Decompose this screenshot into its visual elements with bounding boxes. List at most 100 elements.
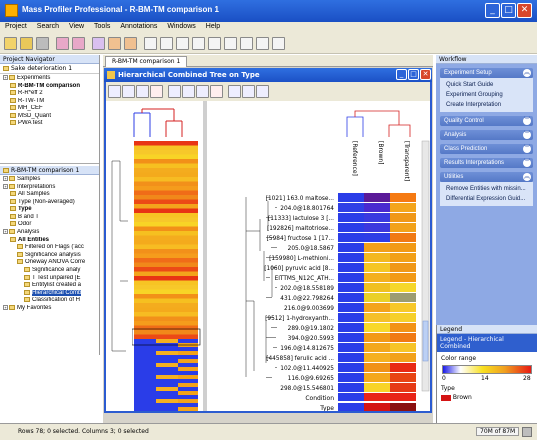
expand-toggle-icon[interactable]: + bbox=[3, 75, 8, 80]
tool-icon[interactable] bbox=[108, 37, 121, 50]
project-tree-item[interactable]: R-R*eff 2 bbox=[3, 90, 99, 98]
export-image-icon[interactable] bbox=[242, 85, 255, 98]
project-tree-item[interactable]: PWA test bbox=[3, 120, 99, 128]
expand-toggle-icon[interactable]: + bbox=[3, 176, 8, 181]
workflow-link[interactable]: Create Interpretation bbox=[446, 100, 533, 110]
tab-experiment[interactable]: R-BM-TM comparison 1 bbox=[105, 56, 188, 67]
folder-icon bbox=[10, 198, 16, 204]
open-project-icon[interactable] bbox=[20, 37, 33, 50]
chevron-icon[interactable]: ︽ bbox=[523, 173, 531, 181]
workflow-section[interactable]: Analysis ︾ bbox=[440, 130, 533, 140]
menu-annotations[interactable]: Annotations bbox=[115, 22, 162, 30]
line-plot-icon[interactable] bbox=[144, 37, 157, 50]
project-tree-item[interactable]: MSD_Quant bbox=[3, 112, 99, 121]
fit-icon[interactable] bbox=[196, 85, 209, 98]
menu-windows[interactable]: Windows bbox=[162, 22, 200, 30]
venn-icon[interactable] bbox=[208, 37, 221, 50]
import-icon[interactable] bbox=[56, 37, 69, 50]
experiment-tree-item[interactable]: Significance analysis bbox=[3, 251, 99, 260]
experiment-tree-item[interactable]: + Samples bbox=[3, 176, 99, 184]
script-icon[interactable] bbox=[124, 37, 137, 50]
edit-icon[interactable] bbox=[92, 37, 105, 50]
workflow-link[interactable]: Remove Entities with missin... bbox=[446, 184, 533, 194]
menu-search[interactable]: Search bbox=[32, 22, 64, 30]
trash-icon[interactable] bbox=[522, 427, 532, 437]
maximize-button[interactable]: □ bbox=[501, 3, 516, 18]
inner-maximize-button[interactable]: □ bbox=[408, 69, 419, 80]
menu-view[interactable]: View bbox=[64, 22, 89, 30]
experiment-tree-item[interactable]: Type bbox=[3, 206, 99, 214]
workflow-link[interactable]: Experiment Grouping bbox=[446, 90, 533, 100]
workflow-section[interactable]: Class Prediction ︾ bbox=[440, 144, 533, 154]
zoom-icon[interactable] bbox=[136, 85, 149, 98]
experiment-selector[interactable]: Sake deterioration 1 bbox=[0, 64, 99, 74]
experiment-tree-item[interactable]: All Entities bbox=[3, 236, 99, 245]
histogram-icon[interactable] bbox=[176, 37, 189, 50]
new-project-icon[interactable] bbox=[4, 37, 17, 50]
spreadsheet-icon[interactable] bbox=[240, 37, 253, 50]
expand-icon[interactable] bbox=[168, 85, 181, 98]
help-icon[interactable] bbox=[272, 37, 285, 50]
project-tree-item[interactable]: R-BM-TM comparison bbox=[3, 82, 99, 91]
export-icon[interactable] bbox=[72, 37, 85, 50]
folder-icon bbox=[10, 191, 16, 197]
expand-toggle-icon[interactable]: + bbox=[3, 183, 8, 189]
refresh-icon[interactable] bbox=[150, 85, 163, 98]
chevron-icon[interactable]: ︽ bbox=[523, 69, 531, 77]
experiment-tree-item[interactable]: Hierarchical Comb bbox=[3, 289, 99, 298]
properties-icon[interactable] bbox=[256, 85, 269, 98]
experiment-tree-label: Odor bbox=[18, 221, 32, 228]
row-label: [9512] 1-hydroxyanth... bbox=[265, 316, 334, 322]
chevron-icon[interactable]: ︾ bbox=[523, 159, 531, 167]
inner-minimize-button[interactable]: _ bbox=[396, 69, 407, 80]
experiment-tree-item[interactable]: Filtered on Flags ('acc bbox=[3, 244, 99, 252]
project-tree-item[interactable]: MH_CEF bbox=[3, 105, 99, 113]
workflow-section[interactable]: Utilities ︽ bbox=[440, 172, 533, 182]
overview-cell bbox=[134, 403, 156, 407]
inner-close-button[interactable]: ✕ bbox=[420, 69, 431, 80]
heatmap-cell bbox=[390, 223, 416, 232]
workflow-link[interactable]: Quick Start Guide bbox=[446, 80, 533, 90]
reset-icon[interactable] bbox=[210, 85, 223, 98]
experiment-tree-item[interactable]: Entitylist created a bbox=[3, 282, 99, 290]
experiment-tree-item[interactable]: Odor bbox=[3, 221, 99, 229]
workflow-link[interactable]: Differential Expression Guid... bbox=[446, 194, 533, 204]
profile-plot-icon[interactable] bbox=[160, 37, 173, 50]
chevron-icon[interactable]: ︾ bbox=[523, 131, 531, 139]
experiment-tree-item[interactable]: All Samples bbox=[3, 191, 99, 199]
project-tree-item[interactable]: + Experiments bbox=[3, 75, 99, 83]
table-icon[interactable] bbox=[224, 37, 237, 50]
close-button[interactable]: ✕ bbox=[517, 3, 532, 18]
experiment-tree-item[interactable]: B and T bbox=[3, 213, 99, 222]
experiment-tree-item[interactable]: + Interpretations bbox=[3, 183, 99, 192]
minimize-button[interactable]: _ bbox=[485, 3, 500, 18]
tree-icon[interactable] bbox=[256, 37, 269, 50]
experiment-tree-item[interactable]: T Test unpaired [E bbox=[3, 274, 99, 283]
heatmap-icon[interactable] bbox=[192, 37, 205, 50]
experiment-tree-item[interactable]: Significance analy bbox=[3, 266, 99, 275]
expand-toggle-icon[interactable]: + bbox=[3, 304, 8, 310]
collapse-icon[interactable] bbox=[182, 85, 195, 98]
workflow-section[interactable]: Results Interpretations ︾ bbox=[440, 158, 533, 168]
save-icon[interactable] bbox=[36, 37, 49, 50]
menu-tools[interactable]: Tools bbox=[89, 22, 115, 30]
cluster-rows-icon[interactable] bbox=[108, 85, 121, 98]
experiment-tree-item[interactable]: Classification of H bbox=[3, 297, 99, 305]
cluster-columns-icon[interactable] bbox=[122, 85, 135, 98]
overview-cell bbox=[134, 363, 156, 367]
experiment-tree-item[interactable]: Type (Non-averaged) bbox=[3, 198, 99, 207]
chevron-icon[interactable]: ︾ bbox=[523, 117, 531, 125]
select-icon[interactable] bbox=[228, 85, 241, 98]
experiment-tree-item[interactable]: Oneway ANOVA Corre bbox=[3, 259, 99, 267]
experiment-tree-item[interactable]: + Analysis bbox=[3, 229, 99, 237]
annotation-cell bbox=[390, 403, 416, 411]
experiment-tree-item[interactable]: + My Favorites bbox=[3, 304, 99, 313]
chevron-icon[interactable]: ︾ bbox=[523, 145, 531, 153]
workflow-section[interactable]: Experiment Setup ︽ bbox=[440, 68, 533, 78]
project-navigator-header: Project Navigator bbox=[0, 55, 99, 64]
project-tree-item[interactable]: R-TW-TM bbox=[3, 97, 99, 106]
menu-project[interactable]: Project bbox=[0, 22, 32, 30]
menu-help[interactable]: Help bbox=[201, 22, 225, 30]
expand-toggle-icon[interactable]: + bbox=[3, 229, 8, 235]
workflow-section[interactable]: Quality Control ︾ bbox=[440, 116, 533, 126]
